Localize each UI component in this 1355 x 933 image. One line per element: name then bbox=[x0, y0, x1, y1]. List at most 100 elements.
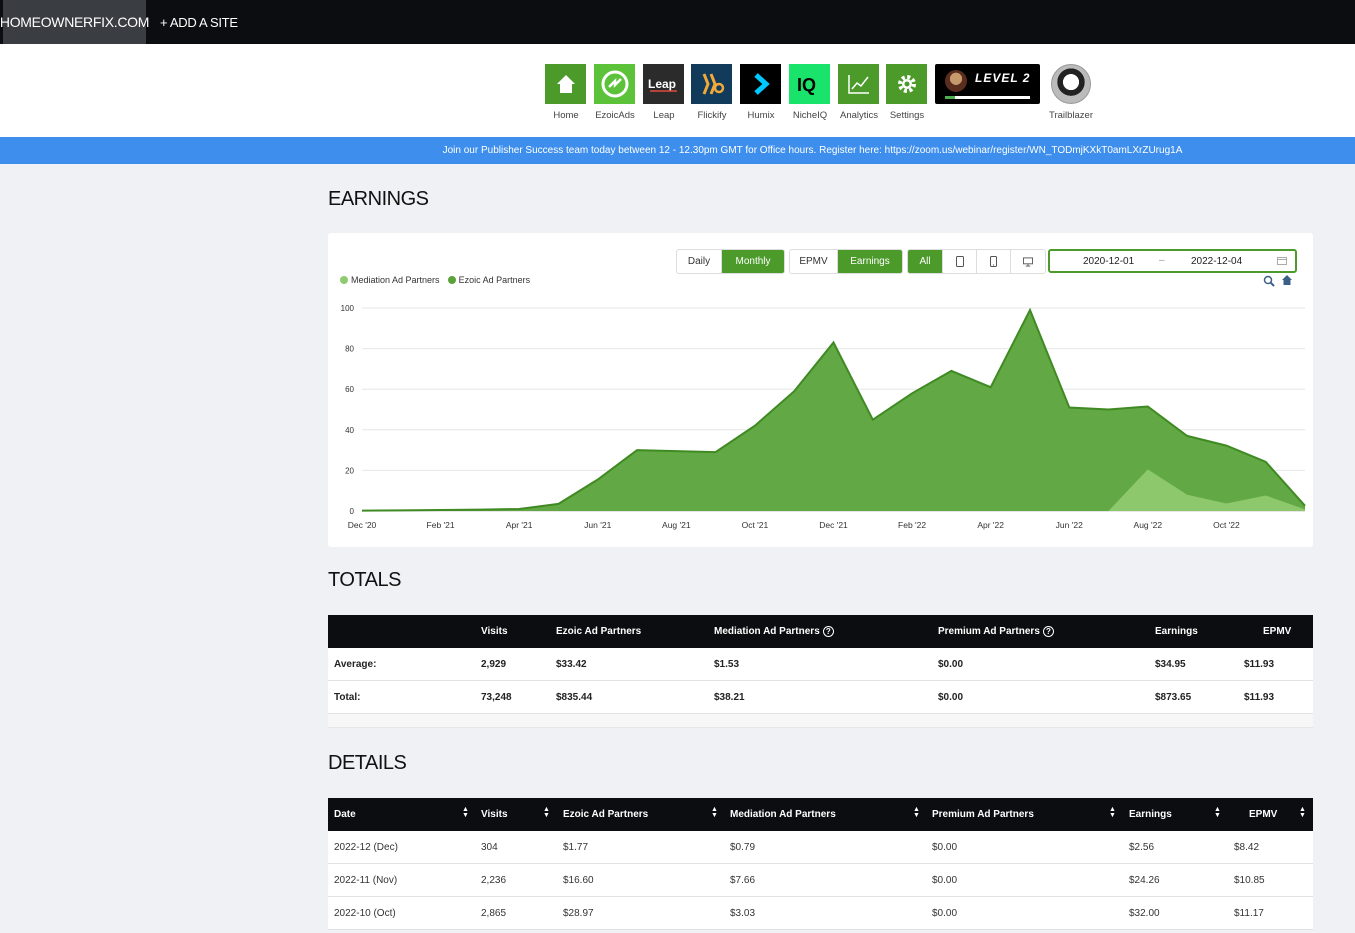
app-settings[interactable]: Settings bbox=[886, 64, 928, 121]
cell-earnings: $24.26 bbox=[1129, 874, 1160, 886]
y-tick-label: 40 bbox=[345, 426, 354, 435]
cell-date: 2022-10 (Oct) bbox=[334, 907, 396, 919]
row-label: Total: bbox=[334, 691, 361, 703]
row-label: Average: bbox=[334, 658, 377, 670]
cell-premium: $0.00 bbox=[932, 841, 958, 853]
niche-iq-icon: IQ bbox=[789, 64, 830, 104]
header-date[interactable]: Date bbox=[334, 798, 356, 831]
cell-earnings: $34.95 bbox=[1155, 658, 1186, 670]
site-tab[interactable]: HOMEOWNERFIX.COM bbox=[0, 0, 149, 44]
cell-premium: $0.00 bbox=[938, 658, 964, 670]
x-tick-label: Aug '21 bbox=[662, 520, 691, 530]
cell-earnings: $32.00 bbox=[1129, 907, 1160, 919]
help-icon[interactable]: ? bbox=[1042, 626, 1054, 637]
legend-item-ezoic[interactable]: Ezoic Ad Partners bbox=[447, 275, 530, 285]
header-premium[interactable]: Premium Ad Partners bbox=[932, 798, 1034, 831]
announcement-banner[interactable]: Join our Publisher Success team today be… bbox=[0, 137, 1355, 164]
sort-icon[interactable]: ▲ ▼ bbox=[543, 806, 550, 819]
header-mediation-label: Mediation Ad Partners bbox=[714, 626, 820, 637]
metric-toggle: EPMV Earnings bbox=[789, 249, 903, 274]
avatar bbox=[945, 70, 967, 92]
humix-icon bbox=[740, 64, 781, 104]
cell-ezoic: $835.44 bbox=[556, 691, 593, 703]
sort-icon[interactable]: ▲ ▼ bbox=[462, 806, 469, 819]
level-text: LEVEL 2 bbox=[975, 71, 1031, 85]
all-devices-button[interactable]: All bbox=[908, 250, 943, 273]
app-humix[interactable]: Humix bbox=[740, 64, 782, 121]
earnings-area-chart: 0 20 40 60 80 100 Dec '20 Feb '21 Apr '21 Jun '21… bbox=[341, 304, 1306, 530]
top-bar: HOMEOWNERFIX.COM + ADD A SITE bbox=[0, 0, 1355, 44]
earnings-chart-card: Daily Monthly EPMV Earnings All 2020-12-… bbox=[328, 233, 1313, 547]
cell-date: 2022-12 (Dec) bbox=[334, 841, 398, 853]
app-flickify[interactable]: Flickify bbox=[691, 64, 733, 121]
header-ezoic: Ezoic Ad Partners bbox=[556, 626, 642, 637]
zoom-icon[interactable] bbox=[1263, 275, 1275, 290]
sort-icon[interactable]: ▲ ▼ bbox=[1299, 806, 1306, 819]
cell-visits: 2,236 bbox=[481, 874, 507, 886]
cell-premium: $0.00 bbox=[932, 874, 958, 886]
desktop-icon[interactable] bbox=[1011, 250, 1045, 273]
monthly-button[interactable]: Monthly bbox=[722, 250, 784, 273]
flickify-icon bbox=[691, 64, 732, 104]
legend-swatch bbox=[447, 276, 456, 284]
cell-mediation: $3.03 bbox=[730, 907, 756, 919]
sort-icon[interactable]: ▲ ▼ bbox=[711, 806, 718, 819]
app-ezoicads[interactable]: EzoicAds bbox=[594, 64, 636, 121]
cell-mediation: $1.53 bbox=[714, 658, 740, 670]
date-separator: – bbox=[1159, 255, 1165, 266]
y-tick-label: 20 bbox=[345, 466, 354, 475]
reset-zoom-home-icon[interactable] bbox=[1281, 274, 1293, 289]
header-earnings[interactable]: Earnings bbox=[1129, 798, 1172, 831]
x-tick-label: Jun '21 bbox=[584, 520, 611, 530]
cell-epmv: $11.17 bbox=[1234, 907, 1264, 919]
cell-visits: 2,865 bbox=[481, 907, 507, 919]
app-nicheiq[interactable]: IQ NicheIQ bbox=[789, 64, 831, 121]
header-visits[interactable]: Visits bbox=[481, 798, 508, 831]
x-tick-label: Dec '21 bbox=[819, 520, 848, 530]
header-mediation[interactable]: Mediation Ad Partners bbox=[730, 798, 836, 831]
trailblazer-badge[interactable]: Trailblazer bbox=[1048, 64, 1094, 121]
totals-row-average: Average: 2,929 $33.42 $1.53 $0.00 $34.95… bbox=[328, 648, 1313, 681]
period-toggle: Daily Monthly bbox=[676, 249, 785, 274]
app-leap[interactable]: Leap Leap bbox=[643, 64, 685, 121]
header-visits: Visits bbox=[481, 626, 508, 637]
date-range-picker[interactable]: 2020-12-01 – 2022-12-04 bbox=[1048, 249, 1297, 273]
x-tick-label: Jun '22 bbox=[1056, 520, 1083, 530]
sort-icon[interactable]: ▲ ▼ bbox=[1214, 806, 1221, 819]
header-epmv[interactable]: EPMV bbox=[1249, 798, 1277, 831]
earnings-button[interactable]: Earnings bbox=[838, 250, 902, 273]
totals-title: TOTALS bbox=[328, 569, 401, 591]
daily-button[interactable]: Daily bbox=[677, 250, 722, 273]
device-toggle: All bbox=[907, 249, 1046, 274]
level-progress-fill bbox=[945, 96, 956, 99]
epmv-button[interactable]: EPMV bbox=[790, 250, 838, 273]
add-site-link[interactable]: + ADD A SITE bbox=[160, 0, 238, 44]
cell-visits: 73,248 bbox=[481, 691, 512, 703]
sort-icon[interactable]: ▲ ▼ bbox=[1109, 806, 1116, 819]
details-table: Date ▲ ▼ Visits ▲ ▼ Ezoic Ad Partners ▲ ▼ M… bbox=[328, 798, 1313, 930]
cell-ezoic: $1.77 bbox=[563, 841, 589, 853]
cell-mediation: $0.79 bbox=[730, 841, 756, 853]
mobile-icon[interactable] bbox=[977, 250, 1011, 273]
x-tick-label: Dec '20 bbox=[348, 520, 377, 530]
earnings-title: EARNINGS bbox=[328, 188, 429, 210]
header-ezoic[interactable]: Ezoic Ad Partners bbox=[563, 798, 648, 831]
tablet-icon[interactable] bbox=[943, 250, 977, 273]
date-from[interactable]: 2020-12-01 bbox=[1083, 256, 1134, 267]
legend-item-mediation[interactable]: Mediation Ad Partners bbox=[340, 275, 440, 285]
cell-epmv: $11.93 bbox=[1244, 658, 1275, 670]
help-icon[interactable]: ? bbox=[822, 626, 834, 637]
level-badge[interactable]: LEVEL 2 bbox=[935, 64, 1040, 104]
level-progress-bar bbox=[945, 96, 1030, 99]
x-tick-label: Feb '21 bbox=[427, 520, 455, 530]
house-icon bbox=[545, 64, 586, 104]
app-bar: Home EzoicAds Leap Leap Flickify Humix I… bbox=[0, 44, 1355, 137]
calendar-icon[interactable] bbox=[1277, 256, 1287, 267]
svg-text:Leap: Leap bbox=[648, 77, 676, 91]
cell-earnings: $873.65 bbox=[1155, 691, 1192, 703]
app-analytics[interactable]: Analytics bbox=[838, 64, 880, 121]
table-row: 2022-10 (Oct) 2,865 $28.97 $3.03 $0.00 $… bbox=[328, 897, 1313, 930]
sort-icon[interactable]: ▲ ▼ bbox=[913, 806, 920, 819]
date-to[interactable]: 2022-12-04 bbox=[1191, 256, 1242, 267]
app-home[interactable]: Home bbox=[545, 64, 587, 121]
